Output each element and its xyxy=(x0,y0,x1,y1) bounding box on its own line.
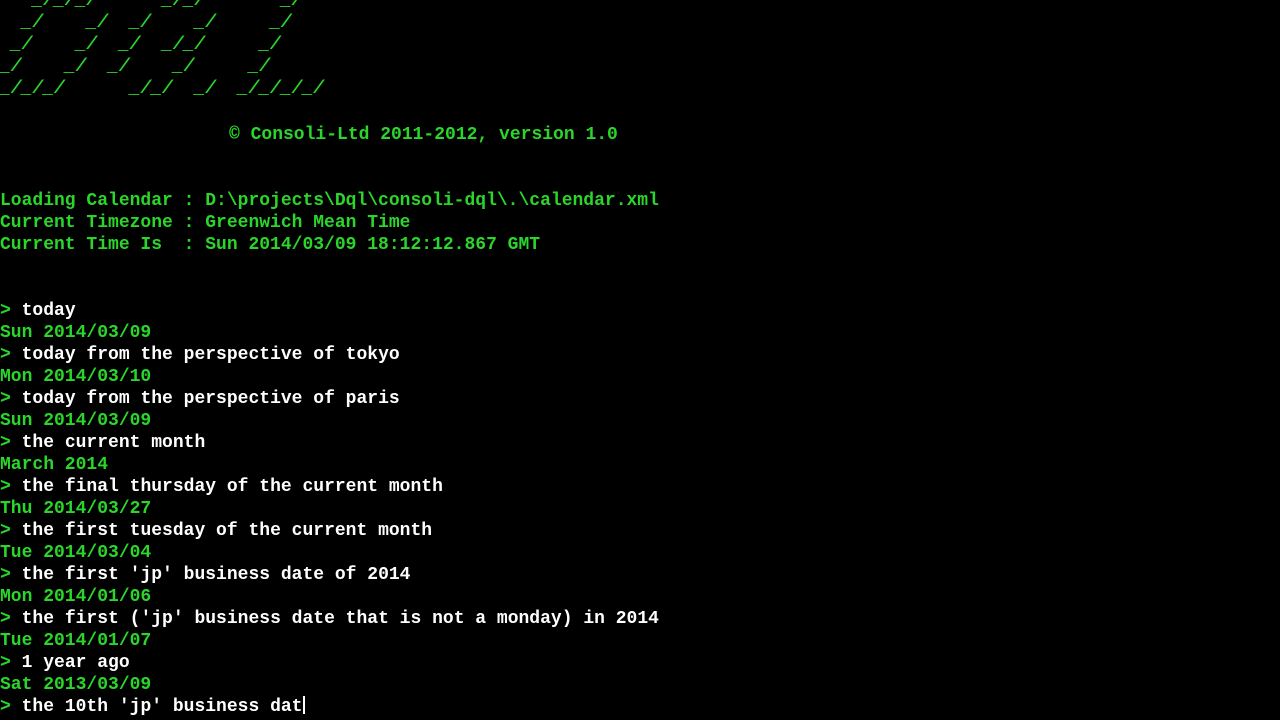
command-line: > today from the perspective of tokyo xyxy=(0,344,400,366)
command-line: > the final thursday of the current mont… xyxy=(0,476,443,498)
command-output: March 2014 xyxy=(0,455,109,475)
command-output: Mon 2014/03/10 xyxy=(0,367,152,387)
command-line: > the first ('jp' business date that is … xyxy=(0,608,659,630)
current-time-line: Current Time Is : Sun 2014/03/09 18:12:1… xyxy=(0,235,541,255)
command-text: 1 year ago xyxy=(21,653,130,673)
command-text: the first tuesday of the current month xyxy=(21,521,433,541)
prompt-symbol: > xyxy=(0,301,11,321)
copyright-line: © Consoli-Ltd 2011-2012, version 1.0 xyxy=(229,125,618,145)
command-text: the current month xyxy=(21,433,206,453)
command-text: today xyxy=(21,301,76,321)
prompt-symbol: > xyxy=(0,521,11,541)
command-line: > the first 'jp' business date of 2014 xyxy=(0,564,411,586)
command-line: > the first tuesday of the current month xyxy=(0,520,432,542)
command-output: Sun 2014/03/09 xyxy=(0,323,152,343)
command-output: Mon 2014/01/06 xyxy=(0,587,152,607)
command-text: the final thursday of the current month xyxy=(21,477,443,497)
prompt-symbol: > xyxy=(0,345,11,365)
current-timezone-line: Current Timezone : Greenwich Mean Time xyxy=(0,213,411,233)
command-text: the first 'jp' business date of 2014 xyxy=(21,565,411,585)
command-output: Tue 2014/01/07 xyxy=(0,631,152,651)
command-line: > today xyxy=(0,300,76,322)
command-output: Sat 2013/03/09 xyxy=(0,675,152,695)
command-line: > today from the perspective of paris xyxy=(0,388,400,410)
prompt-symbol: > xyxy=(0,609,11,629)
command-output: Thu 2014/03/27 xyxy=(0,499,152,519)
prompt-symbol: > xyxy=(0,389,11,409)
active-prompt-line[interactable]: > the 10th 'jp' business dat xyxy=(0,696,306,718)
prompt-symbol: > xyxy=(0,697,11,717)
loading-calendar-line: Loading Calendar : D:\projects\Dql\conso… xyxy=(0,191,659,211)
command-line: > 1 year ago xyxy=(0,652,130,674)
command-output: Tue 2014/03/04 xyxy=(0,543,152,563)
command-line: > the current month xyxy=(0,432,205,454)
command-text: the first ('jp' business date that is no… xyxy=(21,609,659,629)
command-input[interactable]: the 10th 'jp' business dat xyxy=(22,697,303,717)
prompt-symbol: > xyxy=(0,477,11,497)
text-cursor xyxy=(303,696,306,714)
dql-ascii-logo: _/_/_/ _/_/ _/ _/ _/ _/ _/ _/ _/ _/ _/ _… xyxy=(0,0,325,99)
terminal-window[interactable]: _/_/_/ _/_/ _/ _/ _/ _/ _/ _/ _/ _/ _/ _… xyxy=(0,0,1280,720)
prompt-symbol: > xyxy=(0,433,11,453)
command-output: Sun 2014/03/09 xyxy=(0,411,152,431)
command-text: today from the perspective of tokyo xyxy=(21,345,400,365)
prompt-symbol: > xyxy=(0,565,11,585)
prompt-symbol: > xyxy=(0,653,11,673)
command-text: today from the perspective of paris xyxy=(21,389,400,409)
